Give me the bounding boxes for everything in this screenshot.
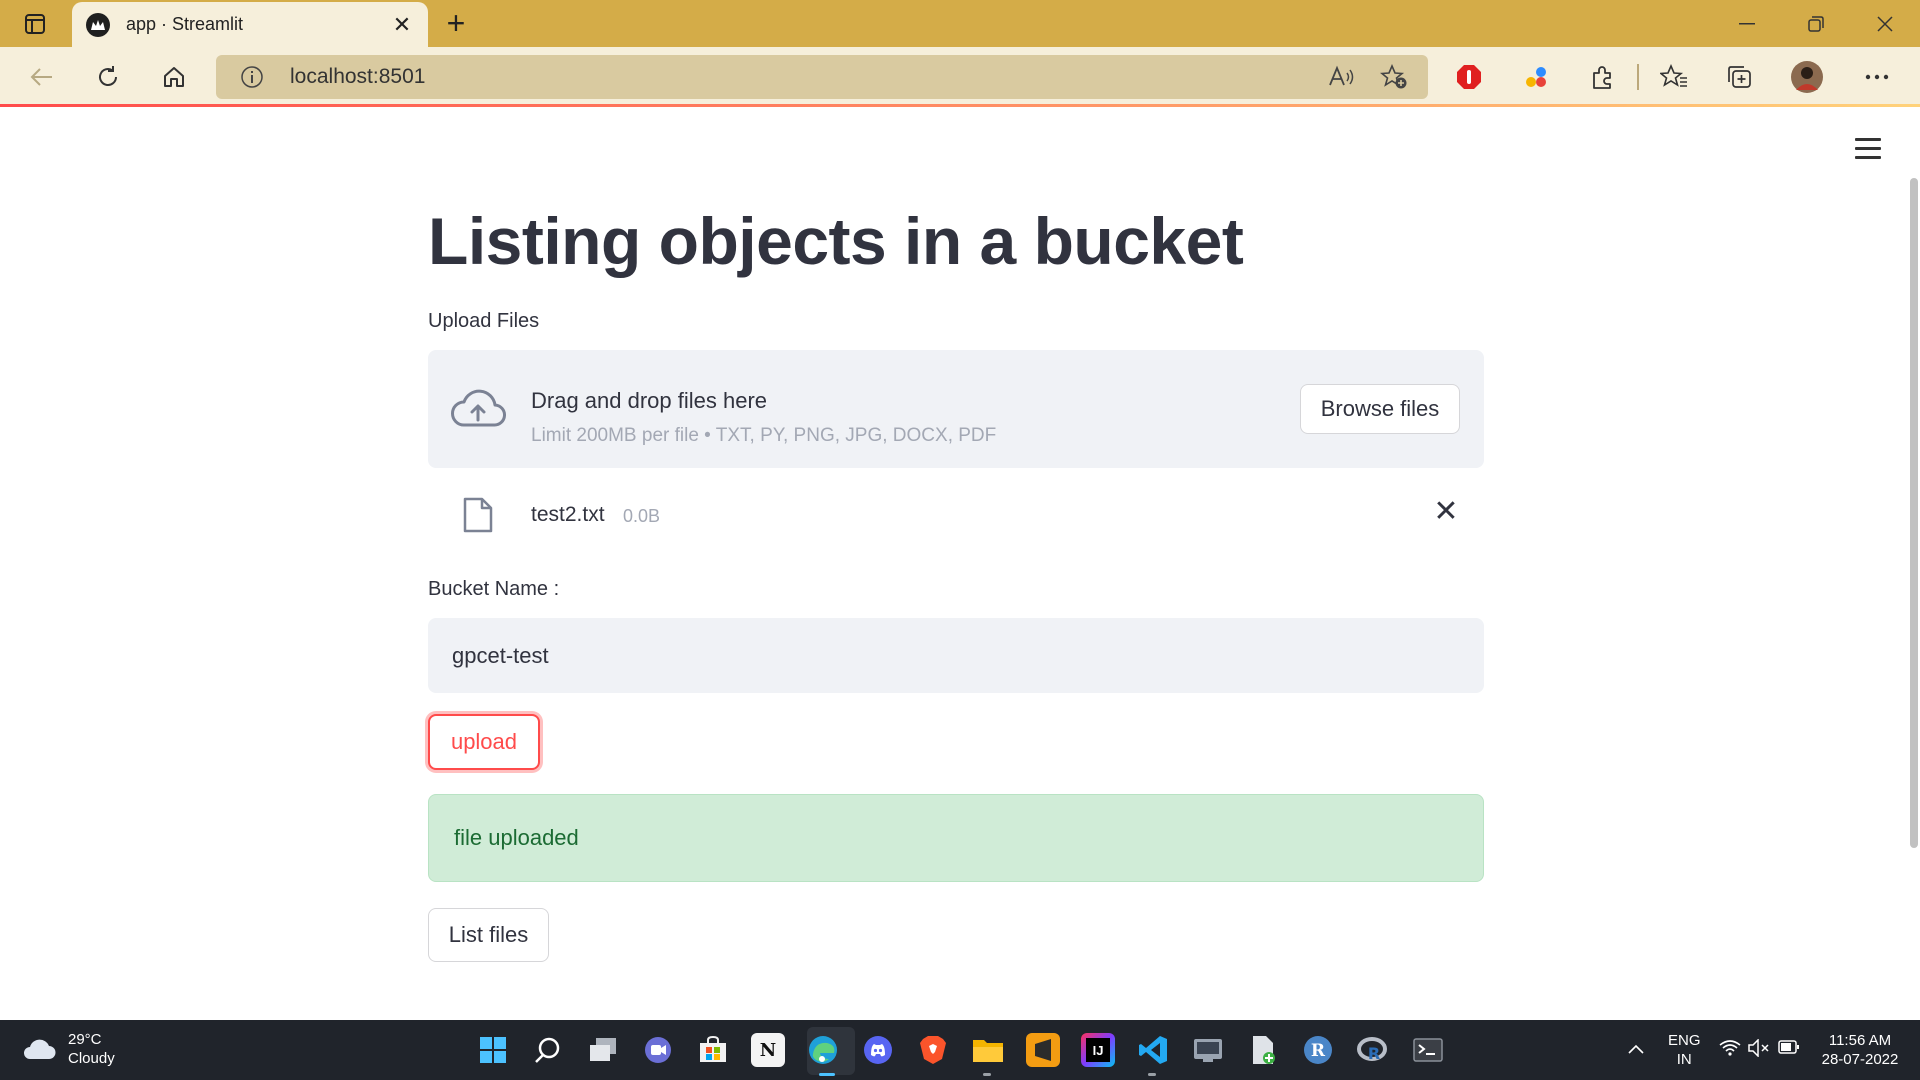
- success-alert: file uploaded: [428, 794, 1484, 882]
- refresh-icon[interactable]: [91, 60, 125, 94]
- running-indicator: [1148, 1073, 1156, 1076]
- dropzone-limit-text: Limit 200MB per file • TXT, PY, PNG, JPG…: [531, 425, 997, 446]
- notion-icon[interactable]: N: [751, 1033, 785, 1067]
- active-indicator: [819, 1073, 835, 1076]
- svg-text:R: R: [1368, 1044, 1380, 1063]
- running-indicator: [983, 1073, 991, 1076]
- tab-title: app · Streamlit: [126, 14, 244, 34]
- file-name: test2.txt: [531, 503, 605, 526]
- browser-tab-bar: app · Streamlit ✕ +: [0, 0, 1920, 47]
- page-title: Listing objects in a bucket: [428, 204, 1244, 278]
- read-aloud-icon[interactable]: [1328, 65, 1354, 94]
- streamlit-header-decoration: [0, 104, 1920, 107]
- chat-icon[interactable]: [641, 1033, 675, 1067]
- adblock-extension-icon[interactable]: [1452, 60, 1486, 94]
- file-size: 0.0B: [623, 506, 661, 526]
- volume-muted-icon[interactable]: [1748, 1038, 1770, 1062]
- task-view-icon[interactable]: [586, 1033, 620, 1067]
- file-dropzone[interactable]: Drag and drop files here Limit 200MB per…: [428, 350, 1484, 468]
- favorites-icon[interactable]: [1657, 60, 1691, 94]
- cloud-upload-icon: [451, 389, 506, 427]
- tab-actions-icon[interactable]: [18, 10, 52, 38]
- restore-icon[interactable]: [1796, 8, 1836, 40]
- rstudio-icon[interactable]: R: [1356, 1033, 1390, 1067]
- main-menu-icon[interactable]: [1855, 138, 1881, 162]
- brave-icon[interactable]: [916, 1033, 950, 1067]
- search-icon[interactable]: [531, 1033, 565, 1067]
- minimize-icon[interactable]: [1727, 8, 1767, 40]
- sublime-icon[interactable]: [1026, 1033, 1060, 1067]
- back-icon[interactable]: [25, 60, 59, 94]
- colorful-extension-icon[interactable]: [1519, 60, 1553, 94]
- list-files-button[interactable]: List files: [428, 908, 549, 962]
- uploaded-file-row: test2.txt 0.0B ✕: [428, 479, 1484, 553]
- bucket-name-label: Bucket Name :: [428, 578, 560, 600]
- browser-tab[interactable]: app · Streamlit ✕: [72, 2, 428, 47]
- r-icon[interactable]: R: [1301, 1033, 1335, 1067]
- bucket-name-input[interactable]: [428, 618, 1484, 693]
- dropzone-title: Drag and drop files here: [531, 388, 768, 413]
- more-menu-icon[interactable]: [1860, 60, 1894, 94]
- cloud-icon: [24, 1039, 56, 1059]
- region-code: IN: [1676, 1051, 1692, 1068]
- edge-icon[interactable]: [806, 1033, 840, 1067]
- discord-icon[interactable]: [861, 1033, 895, 1067]
- terminal-icon[interactable]: [1411, 1033, 1445, 1067]
- home-icon[interactable]: [157, 60, 191, 94]
- file-icon[interactable]: [1246, 1033, 1280, 1067]
- streamlit-favicon-icon: [86, 12, 110, 37]
- browser-toolbar: localhost:8501: [0, 47, 1920, 106]
- page-scrollbar[interactable]: [1910, 178, 1918, 848]
- url-text: localhost:8501: [290, 65, 426, 88]
- clock-time: 11:56 AM: [1828, 1032, 1892, 1049]
- weather-widget[interactable]: 29°C Cloudy: [22, 1030, 115, 1068]
- weather-temperature: 29°C: [68, 1031, 102, 1048]
- window-close-icon[interactable]: [1865, 8, 1905, 40]
- collections-icon[interactable]: [1723, 60, 1757, 94]
- start-icon[interactable]: [476, 1033, 510, 1067]
- vscode-icon[interactable]: [1136, 1033, 1170, 1067]
- store-icon[interactable]: [696, 1033, 730, 1067]
- tray-overflow-icon[interactable]: [1628, 1040, 1644, 1059]
- clock-date: 28-07-2022: [1821, 1051, 1899, 1068]
- upload-label: Upload Files: [428, 310, 540, 332]
- weather-condition: Cloudy: [68, 1050, 115, 1067]
- browse-files-button[interactable]: Browse files: [1300, 384, 1460, 434]
- file-icon: [463, 497, 493, 533]
- toolbar-separator: [1637, 64, 1639, 90]
- upload-button[interactable]: upload: [428, 714, 540, 770]
- clock[interactable]: 11:56 AM 28-07-2022: [1814, 1031, 1906, 1069]
- wifi-icon[interactable]: [1719, 1040, 1741, 1061]
- language-code: ENG: [1668, 1032, 1701, 1049]
- file-explorer-icon[interactable]: [971, 1033, 1005, 1067]
- intellij-icon[interactable]: IJ: [1081, 1033, 1115, 1067]
- profile-avatar[interactable]: [1790, 60, 1824, 94]
- windows-taskbar: 29°C Cloudy N IJ R R ENG IN 11:56 AM 28-…: [0, 1020, 1920, 1080]
- battery-icon[interactable]: [1778, 1040, 1800, 1059]
- language-indicator[interactable]: ENG IN: [1668, 1031, 1701, 1069]
- add-favorite-icon[interactable]: [1379, 63, 1408, 95]
- svg-text:R: R: [1311, 1041, 1326, 1061]
- remove-file-icon[interactable]: ✕: [1430, 496, 1462, 528]
- extensions-icon[interactable]: [1585, 60, 1619, 94]
- site-info-icon[interactable]: [240, 65, 264, 94]
- new-tab-button[interactable]: +: [440, 7, 472, 40]
- tab-close-icon[interactable]: ✕: [390, 12, 414, 38]
- sql-icon[interactable]: [1191, 1033, 1225, 1067]
- address-bar[interactable]: localhost:8501: [216, 55, 1428, 99]
